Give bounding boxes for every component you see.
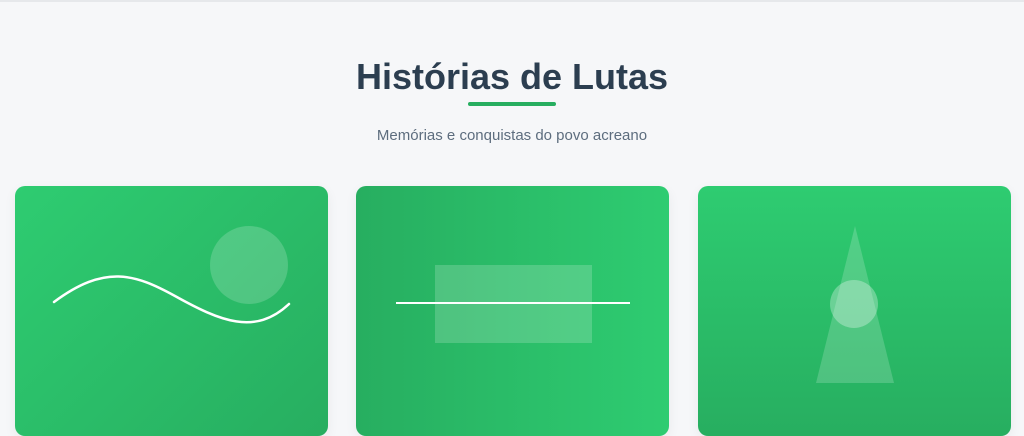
story-card-3[interactable] <box>698 186 1011 436</box>
sun-circle <box>210 226 288 304</box>
title-underline <box>468 102 556 106</box>
section-subtitle: Memórias e conquistas do povo acreano <box>376 127 648 144</box>
story-card-1[interactable] <box>15 186 328 436</box>
top-border <box>0 0 1024 2</box>
wave-and-sun-illustration <box>52 226 291 324</box>
cone-circle <box>830 280 878 328</box>
section-title: Histórias de Lutas <box>355 56 669 97</box>
story-card-2[interactable] <box>356 186 669 436</box>
rectangle-and-line-illustration <box>396 265 630 343</box>
cone-and-circle-illustration <box>816 226 894 383</box>
